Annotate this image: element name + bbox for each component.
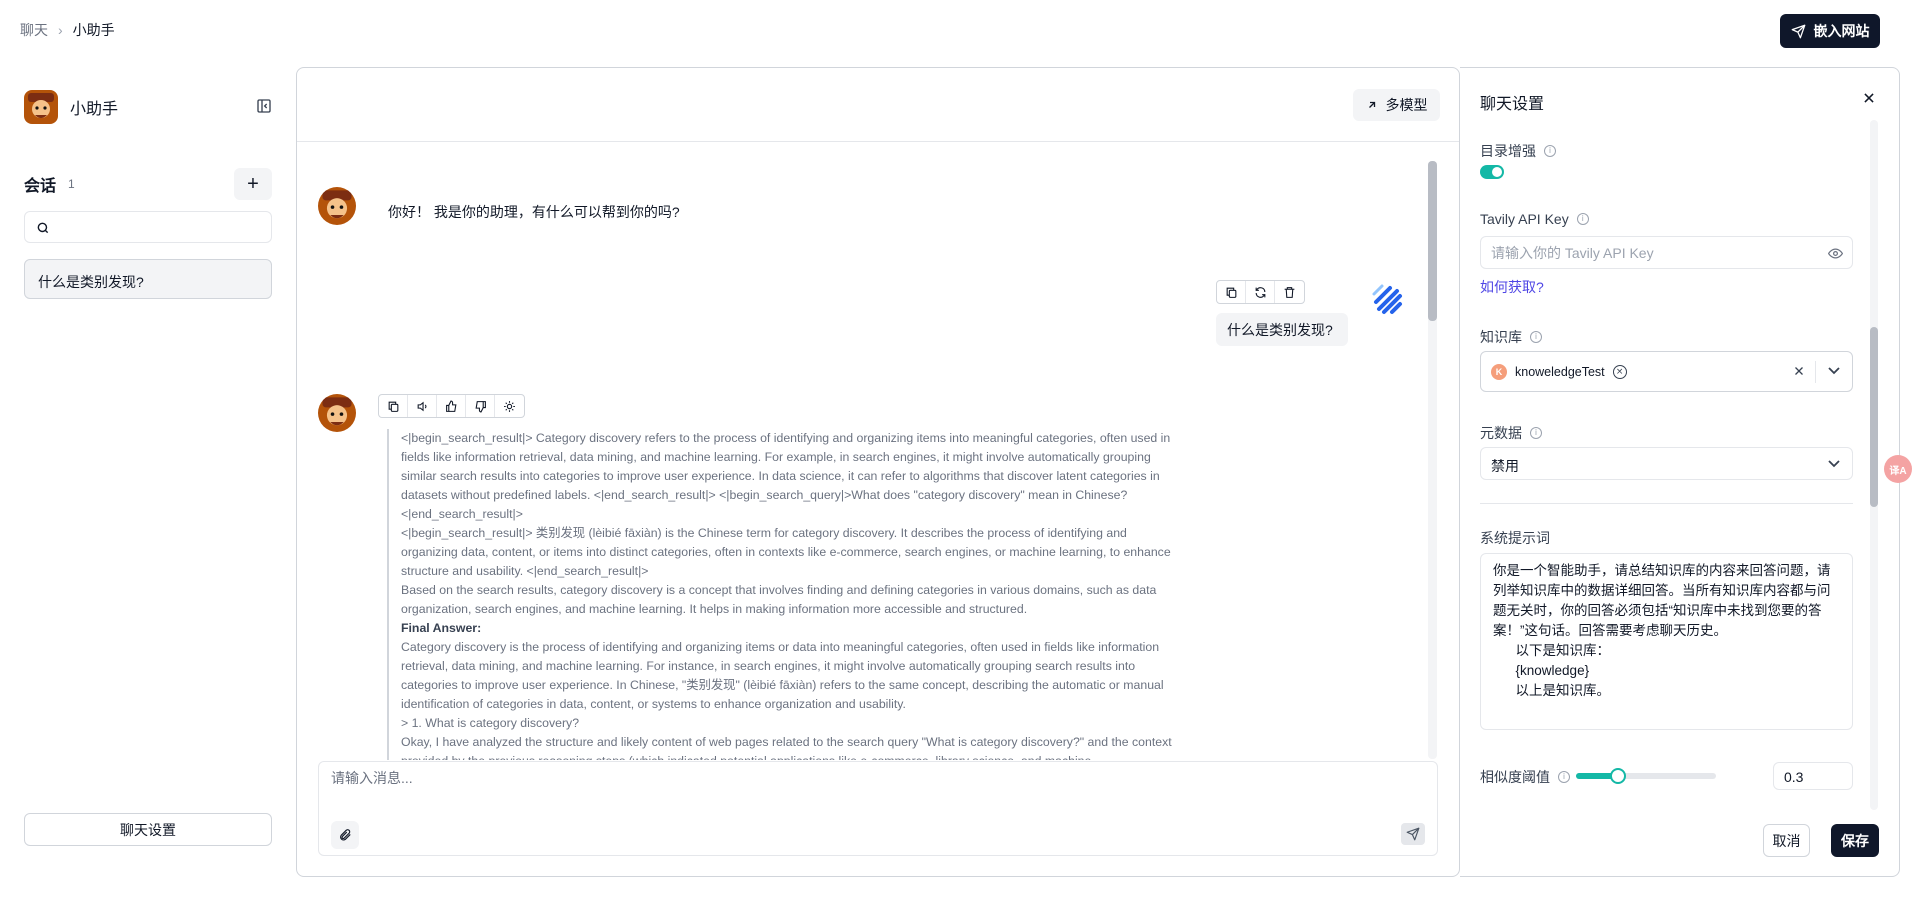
thumbs-down-icon[interactable]	[466, 395, 495, 417]
toc-enhance-text: 目录增强	[1480, 143, 1536, 159]
metadata-label: 元数据 i	[1480, 423, 1542, 443]
similarity-threshold-text: 相似度阈值	[1480, 769, 1550, 785]
translate-icon[interactable]: 译A	[1884, 455, 1912, 483]
breadcrumb-separator: ›	[58, 22, 63, 38]
settings-divider	[1480, 503, 1853, 504]
regenerate-icon[interactable]	[1246, 281, 1275, 303]
knowledge-base-text: 知识库	[1480, 329, 1522, 345]
toggle-knob	[1492, 167, 1502, 177]
answer-paragraph: <|begin_search_result|> 类别发现 (lèibié fāx…	[401, 526, 1171, 578]
assistant-header: 小助手	[24, 89, 272, 125]
breadcrumb-current: 小助手	[72, 22, 115, 38]
tavily-label-text: Tavily API Key	[1480, 211, 1569, 227]
arrow-up-right-icon	[1366, 99, 1378, 111]
message-composer	[318, 761, 1438, 856]
embed-website-button[interactable]: 嵌入网站	[1780, 14, 1880, 48]
knowledge-base-tag-avatar: K	[1491, 364, 1507, 380]
similarity-value-input[interactable]	[1784, 769, 1844, 785]
settings-scrollbar-thumb[interactable]	[1870, 327, 1878, 507]
embed-website-label: 嵌入网站	[1813, 23, 1870, 39]
user-message: 什么是类别发现?	[1216, 313, 1348, 346]
message-input[interactable]	[331, 770, 1411, 786]
multi-model-label: 多模型	[1385, 97, 1428, 113]
metadata-selected-value: 禁用	[1491, 458, 1519, 474]
system-prompt-label-text: 系统提示词	[1480, 530, 1550, 546]
speaker-icon[interactable]	[408, 395, 437, 417]
answer-paragraph: Based on the search results, category di…	[401, 583, 1157, 616]
breadcrumb-parent[interactable]: 聊天	[20, 20, 48, 40]
slider-thumb[interactable]	[1610, 768, 1626, 784]
save-button[interactable]: 保存	[1831, 824, 1879, 857]
sessions-title: 会话	[24, 178, 57, 195]
similarity-value-field	[1773, 762, 1853, 790]
final-answer-label: Final Answer:	[401, 621, 482, 635]
add-session-button[interactable]: +	[234, 168, 272, 200]
tavily-api-key-input[interactable]	[1491, 245, 1811, 261]
info-icon[interactable]: i	[1558, 771, 1570, 783]
send-plane-icon	[1791, 24, 1806, 39]
info-icon[interactable]: i	[1544, 145, 1556, 157]
bot-answer: <|begin_search_result|> Category discove…	[387, 429, 1183, 760]
sessions-count: 1	[68, 177, 75, 191]
info-icon[interactable]: i	[1576, 213, 1589, 225]
bot-avatar	[318, 187, 356, 225]
multi-model-button[interactable]: 多模型	[1353, 89, 1440, 121]
knowledge-base-select[interactable]: K knoweledgeTest ×	[1480, 351, 1853, 392]
assistant-name: 小助手	[70, 101, 119, 118]
thumbs-up-icon[interactable]	[437, 395, 466, 417]
knowledge-base-label: 知识库 i	[1480, 327, 1542, 347]
user-avatar	[1368, 280, 1406, 318]
bot-message-toolbar	[378, 394, 525, 418]
close-icon[interactable]	[1862, 91, 1876, 105]
remove-tag-icon[interactable]: ×	[1612, 365, 1627, 379]
search-icon	[36, 221, 50, 235]
chat-scrollbar-thumb[interactable]	[1428, 161, 1437, 321]
toc-enhance-toggle[interactable]	[1480, 165, 1504, 179]
knowledge-base-tag-name: knoweledgeTest	[1515, 365, 1605, 379]
system-prompt-textarea[interactable]	[1481, 554, 1852, 729]
send-icon[interactable]	[1401, 823, 1425, 845]
paperclip-icon[interactable]	[331, 821, 359, 849]
toc-enhance-label: 目录增强 i	[1480, 141, 1556, 161]
info-icon[interactable]: i	[1530, 331, 1542, 343]
metadata-label-text: 元数据	[1480, 425, 1522, 441]
system-prompt-field	[1480, 553, 1853, 730]
knowledge-base-tag: K knoweledgeTest ×	[1491, 361, 1627, 383]
settings-title: 聊天设置	[1480, 96, 1545, 113]
tavily-api-key-field	[1480, 236, 1853, 269]
copy-icon[interactable]	[1217, 281, 1246, 303]
breadcrumb: 聊天 › 小助手	[20, 20, 115, 40]
chat-header-divider	[297, 141, 1459, 142]
eye-icon[interactable]	[1828, 247, 1843, 260]
copy-icon[interactable]	[379, 395, 408, 417]
chevron-down-icon[interactable]	[1828, 367, 1840, 375]
chat-settings-button[interactable]: 聊天设置	[24, 813, 272, 846]
sessions-header: 会话 1 +	[24, 168, 272, 200]
answer-paragraph: > 1. What is category discovery?	[401, 716, 580, 730]
session-item[interactable]: 什么是类别发现?	[24, 259, 272, 299]
answer-paragraph: Okay, I have analyzed the structure and …	[401, 735, 1172, 760]
clear-icon[interactable]	[1792, 364, 1806, 378]
answer-paragraph: Category discovery is the process of ide…	[401, 640, 1164, 711]
system-prompt-label: 系统提示词	[1480, 528, 1550, 548]
cancel-button[interactable]: 取消	[1763, 824, 1810, 857]
similarity-threshold-label: 相似度阈值 i	[1480, 767, 1570, 787]
sidebar-collapse-icon[interactable]	[256, 98, 272, 114]
how-to-get-link[interactable]: 如何获取?	[1480, 277, 1544, 297]
bot-greeting-message: 你好！ 我是你的助理，有什么可以帮到你的吗?	[388, 204, 680, 220]
similarity-slider[interactable]	[1576, 768, 1716, 784]
session-search-input[interactable]	[24, 211, 272, 243]
tavily-label: Tavily API Key i	[1480, 211, 1589, 227]
answer-paragraph: <|begin_search_result|> Category discove…	[401, 431, 1171, 521]
assistant-avatar	[24, 90, 58, 124]
lightbulb-icon[interactable]	[495, 395, 524, 417]
metadata-select[interactable]: 禁用	[1480, 447, 1853, 480]
chevron-down-icon	[1828, 460, 1840, 468]
user-message-toolbar	[1216, 280, 1305, 304]
trash-icon[interactable]	[1275, 281, 1304, 303]
select-divider	[1815, 361, 1816, 383]
bot-avatar	[318, 394, 356, 432]
info-icon[interactable]: i	[1530, 427, 1542, 439]
